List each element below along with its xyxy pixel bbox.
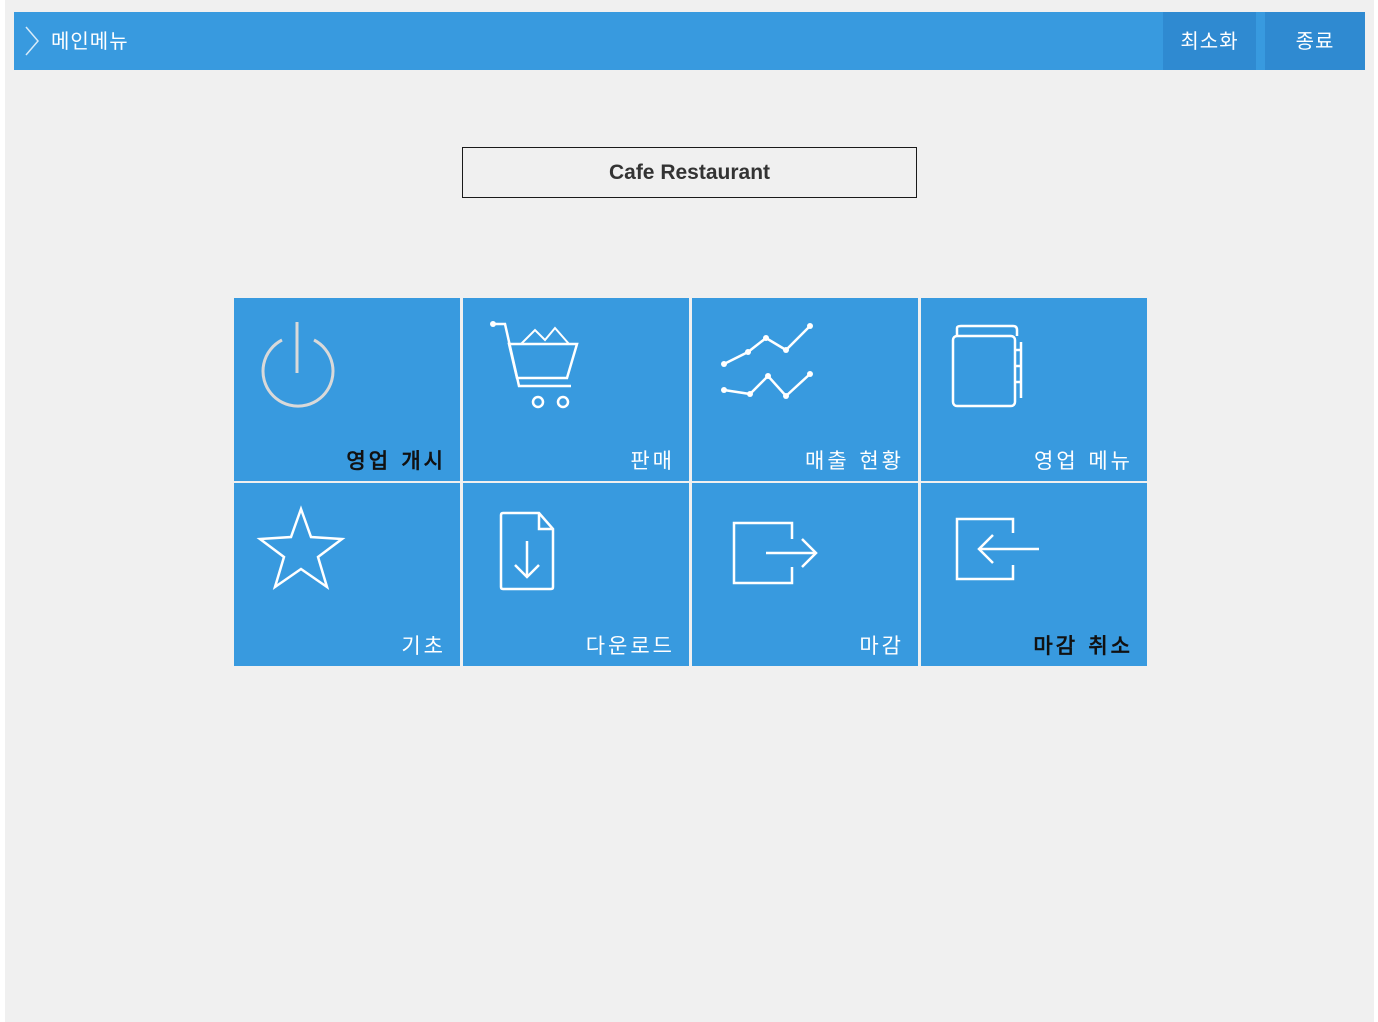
- main-window: 메인메뉴 최소화 종료 Cafe Restaurant 영업 개시 판매 매출 …: [5, 0, 1374, 1022]
- tile-label: 기초: [401, 634, 446, 658]
- tile-label: 매출 현황: [805, 449, 904, 473]
- tile-open-business[interactable]: 영업 개시: [234, 298, 460, 481]
- chevron-right-icon: [25, 26, 39, 56]
- main-menu-grid: 영업 개시 판매 매출 현황 영업 메뉴 기초 다운로드 마감 마감 취소: [234, 298, 1147, 666]
- sign-in-icon: [955, 517, 1039, 581]
- tile-label: 영업 메뉴: [1034, 449, 1133, 473]
- shopping-cart-icon: [490, 321, 579, 409]
- line-chart-icon: [721, 323, 813, 399]
- tile-download[interactable]: 다운로드: [463, 483, 689, 666]
- tile-cancel-closing[interactable]: 마감 취소: [921, 483, 1147, 666]
- tile-business-menu[interactable]: 영업 메뉴: [921, 298, 1147, 481]
- star-icon: [256, 505, 346, 591]
- store-name-box: Cafe Restaurant: [462, 147, 917, 198]
- window-title: 메인메뉴: [51, 29, 129, 53]
- tile-closing[interactable]: 마감: [692, 483, 918, 666]
- tile-basic-settings[interactable]: 기초: [234, 483, 460, 666]
- tile-label: 마감 취소: [1033, 634, 1133, 658]
- tile-label: 영업 개시: [346, 449, 446, 473]
- tile-sales-status[interactable]: 매출 현황: [692, 298, 918, 481]
- title-bar: 메인메뉴 최소화 종료: [14, 12, 1365, 70]
- power-icon: [261, 322, 335, 408]
- tile-sales[interactable]: 판매: [463, 298, 689, 481]
- minimize-button[interactable]: 최소화: [1163, 12, 1256, 70]
- book-icon: [951, 324, 1023, 408]
- tile-label: 마감: [859, 634, 904, 658]
- sign-out-icon: [732, 521, 818, 585]
- exit-button[interactable]: 종료: [1265, 12, 1365, 70]
- tile-label: 판매: [630, 449, 675, 473]
- tile-label: 다운로드: [585, 634, 675, 658]
- download-file-icon: [499, 511, 555, 591]
